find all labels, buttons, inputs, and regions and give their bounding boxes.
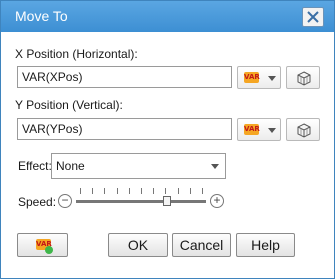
- title-bar: Move To: [1, 1, 334, 32]
- speed-tick: [104, 188, 106, 194]
- speed-tick: [92, 188, 94, 194]
- speed-tick: [153, 188, 155, 194]
- y-variable-dropdown[interactable]: VAR: [237, 118, 281, 141]
- add-variable-button[interactable]: VAR: [17, 233, 68, 257]
- speed-tick: [177, 188, 179, 194]
- window-title: Move To: [15, 8, 68, 24]
- move-to-dialog: Move To X Position (Horizontal): VAR(XPo…: [0, 0, 335, 279]
- speed-tick: [189, 188, 191, 194]
- speed-decrease-button[interactable]: −: [58, 194, 72, 208]
- close-button[interactable]: [302, 7, 324, 27]
- chevron-down-icon: [211, 164, 219, 169]
- speed-label: Speed:: [18, 195, 57, 209]
- speed-slider-track[interactable]: [76, 200, 206, 203]
- speed-tick: [141, 188, 142, 194]
- x-position-field[interactable]: VAR(XPos): [17, 66, 232, 88]
- help-button[interactable]: Help: [236, 233, 295, 257]
- speed-tick: [116, 188, 118, 194]
- effect-value: None: [56, 159, 85, 173]
- ok-button[interactable]: OK: [108, 233, 168, 257]
- y-position-field[interactable]: VAR(YPos): [17, 118, 232, 140]
- effect-label: Effect:: [18, 159, 52, 173]
- variable-icon: VAR: [244, 124, 260, 135]
- speed-tick: [128, 188, 130, 194]
- chevron-down-icon: [268, 128, 276, 133]
- x-position-label: X Position (Horizontal):: [15, 47, 138, 61]
- cube-icon: [297, 123, 311, 138]
- effect-select[interactable]: None: [51, 153, 226, 179]
- speed-tick: [202, 188, 203, 194]
- speed-increase-button[interactable]: +: [210, 194, 224, 208]
- x-variable-dropdown[interactable]: VAR: [237, 66, 281, 89]
- speed-slider-thumb[interactable]: [163, 196, 171, 206]
- speed-tick: [165, 188, 167, 194]
- y-object-button[interactable]: [286, 118, 320, 141]
- add-variable-icon: [45, 246, 53, 254]
- chevron-down-icon: [268, 76, 276, 81]
- cancel-button[interactable]: Cancel: [172, 233, 231, 257]
- speed-tick: [80, 188, 81, 194]
- close-icon: [307, 11, 319, 23]
- variable-icon: VAR: [244, 72, 260, 83]
- cube-icon: [297, 71, 311, 86]
- plus-icon: +: [213, 193, 221, 207]
- x-object-button[interactable]: [286, 66, 320, 89]
- minus-icon: −: [61, 193, 69, 207]
- y-position-label: Y Position (Vertical):: [15, 98, 123, 112]
